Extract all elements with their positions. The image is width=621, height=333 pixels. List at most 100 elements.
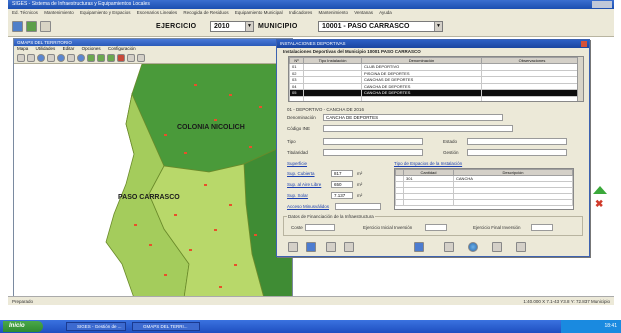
info-icon[interactable] — [57, 54, 65, 62]
menu-item[interactable]: Ed. Técnicos — [12, 10, 38, 15]
m2-unit: m² — [357, 193, 363, 198]
status-left: Preparado — [12, 299, 34, 304]
titularidad-field[interactable] — [323, 149, 423, 156]
tree-icon[interactable] — [97, 54, 105, 62]
ejercicio-final-field[interactable] — [531, 224, 553, 231]
sup-aire-libre-label: Sup. al Aire Libre — [287, 182, 322, 187]
map-marker[interactable] — [149, 244, 152, 246]
map-canvas[interactable]: COLONIA NICOLICH PASO CARRASCO — [14, 64, 292, 298]
start-button[interactable]: Inicio — [3, 321, 43, 332]
screen: SIGES - Sistema de Infraestructuras y Eq… — [0, 0, 621, 333]
chevron-down-icon[interactable]: ▼ — [245, 22, 253, 31]
menu-item[interactable]: Mantenimiento — [44, 10, 74, 15]
menu-item[interactable]: Equipamiento Municipal — [235, 10, 283, 15]
tree-icon[interactable] — [107, 54, 115, 62]
map-marker[interactable] — [174, 214, 177, 216]
map-marker[interactable] — [259, 106, 262, 108]
map-marker[interactable] — [204, 184, 207, 186]
codigo-field[interactable] — [323, 125, 513, 132]
denominacion-field[interactable]: CANCHA DE DEPORTES — [323, 114, 503, 121]
zoom-in-icon[interactable] — [17, 54, 25, 62]
menu-item[interactable]: Mantenimiento — [318, 10, 348, 15]
m2-unit: m² — [357, 171, 363, 176]
gestion-label: Gestión — [443, 150, 459, 155]
espacios-table[interactable]: Cantidad Descripción 301 CANCHA — [394, 168, 574, 210]
sup-cubierta-field[interactable]: 817 — [331, 170, 353, 177]
close-icon[interactable] — [581, 41, 587, 47]
layers-icon[interactable] — [77, 54, 85, 62]
map-label-north: COLONIA NICOLICH — [177, 124, 245, 131]
map-menu-item[interactable]: Opciones — [82, 46, 101, 51]
new-record-icon[interactable] — [288, 242, 298, 252]
measure-icon[interactable] — [127, 54, 135, 62]
open-icon[interactable] — [12, 21, 23, 32]
menu-item[interactable]: Recogida de Residuos — [183, 10, 228, 15]
window-controls[interactable] — [592, 1, 612, 8]
taskbar-item[interactable]: GMAPS DEL TERRI... — [132, 322, 200, 331]
map-marker[interactable] — [214, 229, 217, 231]
menu-item[interactable]: Escenarios Lineales — [137, 10, 177, 15]
menu-item[interactable]: Indicadores — [289, 10, 312, 15]
globe-icon[interactable] — [468, 242, 478, 252]
edit-icon[interactable] — [344, 242, 354, 252]
ejercicio-select[interactable]: 2010 ▼ — [210, 21, 254, 32]
check-icon[interactable] — [492, 242, 502, 252]
map-marker[interactable] — [254, 234, 257, 236]
print-icon[interactable] — [137, 54, 145, 62]
map-marker[interactable] — [234, 264, 237, 266]
instalaciones-table[interactable]: Nº Tipo Instalación Denominación Observa… — [288, 56, 584, 102]
map-menu-item[interactable]: Utilidades — [36, 46, 56, 51]
table-row[interactable] — [289, 95, 583, 101]
sup-aire-libre-field[interactable]: 650 — [331, 181, 353, 188]
grid-icon[interactable] — [26, 21, 37, 32]
menu-item[interactable]: Equipamiento y Espacios — [80, 10, 131, 15]
municipio-select[interactable]: 10001 - PASO CARRASCO ▼ — [318, 21, 443, 32]
globe-icon[interactable] — [37, 54, 45, 62]
superficie-label: Superficie — [287, 161, 308, 166]
save-icon[interactable] — [306, 242, 316, 252]
taskbar-item[interactable]: SIGES - Gestión de ... — [66, 322, 126, 331]
map-marker[interactable] — [164, 274, 167, 276]
map-marker[interactable] — [219, 286, 222, 288]
map-marker[interactable] — [134, 224, 137, 226]
sup-solar-field[interactable]: 7.137 — [331, 192, 353, 199]
list-icon[interactable] — [326, 242, 336, 252]
coste-field[interactable] — [305, 224, 335, 231]
map-menu-item[interactable]: Editar — [63, 46, 75, 51]
estado-field[interactable] — [467, 138, 567, 145]
map-marker[interactable] — [164, 134, 167, 136]
menu-item[interactable]: Ventanas — [354, 10, 373, 15]
map-menu-item[interactable]: Mapa — [17, 46, 28, 51]
map-marker[interactable] — [189, 249, 192, 251]
select-icon[interactable] — [67, 54, 75, 62]
status-bar: Preparado 1:40.000 X 7.1-43 Y3.8 Y: 72.8… — [8, 296, 614, 305]
datos-financiacion-label: Datos de Financiación de la Infraestruct… — [287, 214, 375, 219]
document-icon[interactable] — [414, 242, 424, 252]
ejercicio-inicial-field[interactable] — [425, 224, 447, 231]
filter-icon[interactable] — [444, 242, 454, 252]
map-menu-item[interactable]: Configuración — [108, 46, 136, 51]
delete-icon[interactable]: ✖ — [595, 199, 603, 210]
map-marker[interactable] — [194, 84, 197, 86]
arrow-up-icon[interactable] — [593, 186, 607, 194]
pan-icon[interactable] — [47, 54, 55, 62]
tree-icon[interactable] — [87, 54, 95, 62]
print-icon[interactable] — [40, 21, 51, 32]
map-marker[interactable] — [229, 204, 232, 206]
marker-icon[interactable] — [117, 54, 125, 62]
toolbar-icons — [12, 21, 51, 32]
map-marker[interactable] — [229, 94, 232, 96]
map-marker[interactable] — [184, 152, 187, 154]
zoom-out-icon[interactable] — [27, 54, 35, 62]
acceso-field[interactable] — [335, 203, 381, 210]
exit-icon[interactable] — [516, 242, 526, 252]
map-marker[interactable] — [249, 146, 252, 148]
tipo-field[interactable] — [323, 138, 423, 145]
menu-item[interactable]: Ayuda — [379, 10, 392, 15]
chevron-down-icon[interactable]: ▼ — [434, 22, 442, 31]
gestion-field[interactable] — [467, 149, 567, 156]
table-row[interactable] — [395, 199, 573, 206]
status-right: 1:40.000 X 7.1-43 Y3.8 Y: 72.837 Municip… — [523, 299, 610, 304]
table-scrollbar[interactable] — [577, 57, 583, 101]
map-marker[interactable] — [214, 119, 217, 121]
